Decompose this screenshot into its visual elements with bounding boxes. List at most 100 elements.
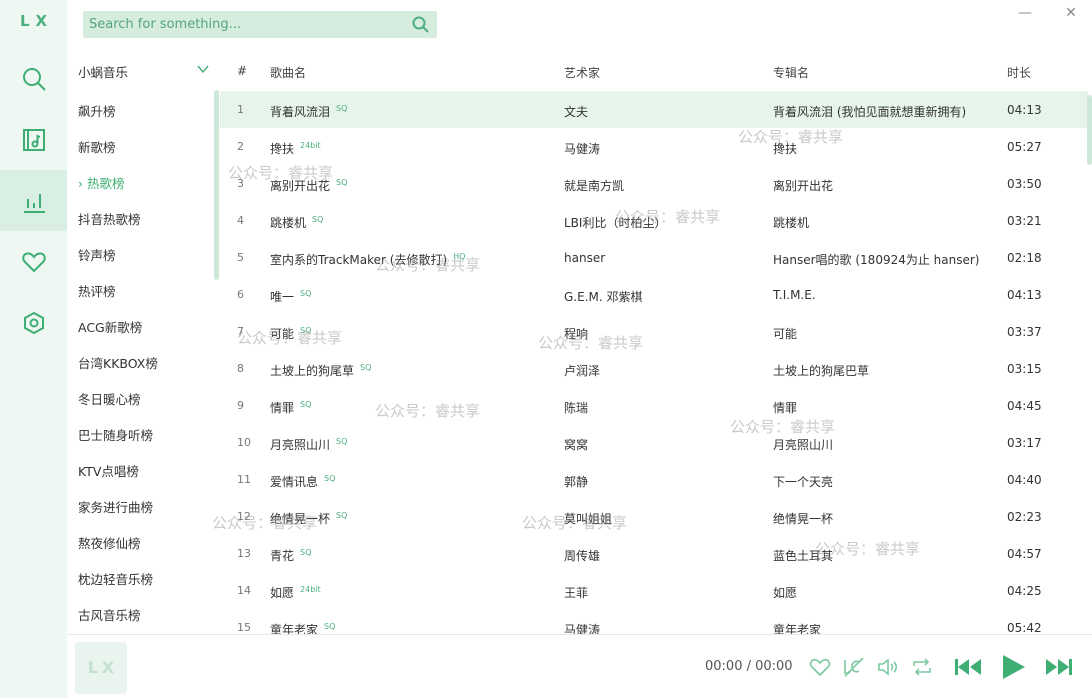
table-row[interactable]: 7 可能 SQ 程响 可能 03:37: [220, 313, 1088, 350]
board-item[interactable]: ACG新歌榜: [78, 317, 142, 337]
search-icon: [22, 67, 46, 91]
duration: 03:15: [1007, 362, 1042, 376]
row-number: 5: [237, 251, 244, 264]
song-name: 月亮照山川 SQ: [270, 436, 347, 453]
board-label: KTV点唱榜: [78, 464, 139, 479]
board-label: ACG新歌榜: [78, 320, 143, 335]
album-name-text: 可能: [773, 327, 798, 341]
artist-name: 周传雄: [564, 547, 600, 564]
table-row[interactable]: 11 爱情讯息 SQ 郭静 下一个天亮 04:40: [220, 461, 1088, 498]
minimize-button[interactable]: —: [1016, 4, 1034, 22]
board-list-panel: 小蜗音乐 飙升榜新歌榜 › 热歌榜抖音热歌榜铃声榜热评榜 ACG新歌榜台湾KKBOX榜…: [67, 54, 216, 634]
row-number: 7: [237, 325, 244, 338]
row-number: 6: [237, 288, 244, 301]
board-item[interactable]: 熬夜修仙榜: [78, 533, 141, 553]
col-name[interactable]: 歌曲名: [270, 64, 306, 81]
duration-text: 04:13: [1007, 103, 1042, 117]
board-item[interactable]: 抖音热歌榜: [78, 209, 141, 229]
nav-search[interactable]: [0, 48, 67, 109]
board-label: 铃声榜: [78, 248, 116, 263]
lyrics-toggle-button[interactable]: [842, 655, 866, 679]
previous-icon: [955, 659, 981, 675]
duration-text: 04:57: [1007, 547, 1042, 561]
play-button[interactable]: [999, 653, 1027, 681]
nav-song-list[interactable]: [0, 109, 67, 170]
leaderboard-icon: [23, 193, 45, 213]
board-item[interactable]: 热评榜: [78, 281, 116, 301]
volume-button[interactable]: [876, 655, 900, 679]
duration-text: 04:25: [1007, 584, 1042, 598]
table-row[interactable]: 6 唯一 SQ G.E.M. 邓紫棋 T.I.M.E. 04:13: [220, 276, 1088, 313]
board-item[interactable]: 巴士随身听榜: [78, 425, 153, 445]
quality-badge: SQ: [360, 363, 372, 372]
table-row[interactable]: 5 室内系的TrackMaker (去修散打) HQ hanser Hanser唱的歌 …: [220, 239, 1088, 276]
quality-badge: SQ: [336, 511, 348, 520]
quality-badge: SQ: [300, 289, 312, 298]
next-button[interactable]: [1044, 655, 1074, 679]
board-item[interactable]: 新歌榜: [78, 137, 116, 157]
row-number-text: 5: [237, 251, 244, 264]
table-row[interactable]: 13 青花 SQ 周传雄 蓝色土耳其 04:57: [220, 535, 1088, 572]
board-item[interactable]: 飙升榜: [78, 101, 116, 121]
table-row[interactable]: 4 跳楼机 SQ LBI利比（时柏尘） 跳楼机 03:21: [220, 202, 1088, 239]
close-button[interactable]: ✕: [1062, 4, 1080, 22]
search-button[interactable]: [412, 16, 429, 33]
row-number-text: 7: [237, 325, 244, 338]
table-row[interactable]: 9 情罪 SQ 陈瑞 情罪 04:45: [220, 387, 1088, 424]
board-item[interactable]: 铃声榜: [78, 245, 116, 265]
col-duration[interactable]: 时长: [1007, 64, 1031, 81]
col-artist[interactable]: 艺术家: [564, 64, 600, 81]
duration-text: 04:40: [1007, 473, 1042, 487]
board-item[interactable]: KTV点唱榜: [78, 461, 139, 481]
table-row[interactable]: 10 月亮照山川 SQ 窝窝 月亮照山川 03:17: [220, 424, 1088, 461]
duration-text: 03:37: [1007, 325, 1042, 339]
song-list-scrollbar[interactable]: [1087, 95, 1092, 165]
table-row[interactable]: 14 如愿 24bit 王菲 如愿 04:25: [220, 572, 1088, 609]
album-name-text: 绝情晃一杯: [773, 512, 834, 526]
row-number: 9: [237, 399, 244, 412]
row-number: 13: [237, 547, 251, 560]
player-bar: LX 00:00 / 00:00: [67, 634, 1092, 698]
quality-badge: HQ: [453, 252, 466, 261]
artist-name-text: 郭静: [564, 475, 589, 489]
table-row[interactable]: 1 背着风流泪 SQ 文夫 背着风流泪 (我怕见面就想重新拥有) 04:13: [220, 91, 1088, 128]
album-name: 蓝色土耳其: [773, 547, 833, 564]
search-input[interactable]: [83, 11, 403, 38]
repeat-mode-button[interactable]: [910, 655, 934, 679]
table-row[interactable]: 12 绝情晃一杯 SQ 莫叫姐姐 绝情晃一杯 02:23: [220, 498, 1088, 535]
artist-name: G.E.M. 邓紫棋: [564, 288, 643, 305]
artist-name: 郭静: [564, 473, 588, 490]
favorite-button[interactable]: [808, 655, 832, 679]
artist-name-text: 莫叫姐姐: [564, 512, 613, 526]
board-item[interactable]: 枕边轻音乐榜: [78, 569, 153, 589]
board-list-scrollbar[interactable]: [214, 90, 219, 280]
duration-text: 02:18: [1007, 251, 1042, 265]
song-name-text: 土坡上的狗尾草: [270, 364, 355, 378]
artist-name: 马健涛: [564, 140, 600, 157]
board-item[interactable]: › 热歌榜: [78, 173, 125, 193]
nav-favorites[interactable]: [0, 231, 67, 292]
board-item[interactable]: 冬日暖心榜: [78, 389, 141, 409]
nav-leaderboard[interactable]: [0, 170, 67, 231]
board-item[interactable]: 台湾KKBOX榜: [78, 353, 158, 373]
col-album[interactable]: 专辑名: [773, 64, 809, 81]
album-name-text: 土坡上的狗尾巴草: [773, 364, 870, 378]
col-num: #: [237, 64, 248, 78]
source-select[interactable]: 小蜗音乐: [78, 62, 210, 82]
artist-name-text: 就是南方凯: [564, 179, 625, 193]
source-select-value: 小蜗音乐: [78, 65, 129, 80]
previous-button[interactable]: [953, 655, 983, 679]
album-name: 离别开出花: [773, 177, 833, 194]
song-name-text: 可能: [270, 327, 295, 341]
table-row[interactable]: 8 土坡上的狗尾草 SQ 卢润泽 土坡上的狗尾巴草 03:15: [220, 350, 1088, 387]
nav-settings[interactable]: [0, 292, 67, 353]
song-table-header: # 歌曲名 艺术家 专辑名 时长: [220, 54, 1092, 90]
board-item[interactable]: 家务进行曲榜: [78, 497, 153, 517]
table-row[interactable]: 3 离别开出花 SQ 就是南方凯 离别开出花 03:50: [220, 165, 1088, 202]
artist-name-text: hanser: [564, 251, 606, 265]
artist-name-text: 文夫: [564, 105, 589, 119]
album-name: 跳楼机: [773, 214, 809, 231]
album-cover[interactable]: LX: [75, 642, 127, 694]
table-row[interactable]: 2 搀扶 24bit 马健涛 搀扶 05:27: [220, 128, 1088, 165]
board-item[interactable]: 古风音乐榜: [78, 605, 141, 625]
